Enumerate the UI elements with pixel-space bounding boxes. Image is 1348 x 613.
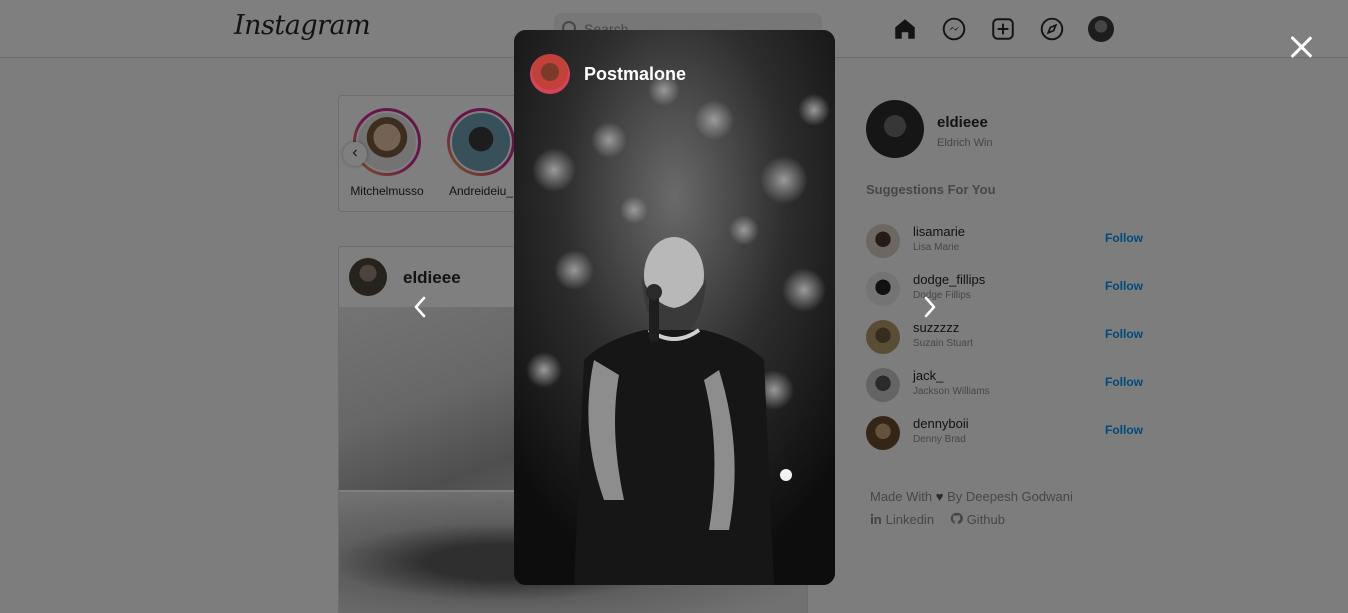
story-next-button[interactable] [920, 294, 940, 320]
story-prev-button[interactable] [410, 294, 430, 320]
avatar[interactable] [530, 54, 570, 94]
close-icon[interactable] [1288, 34, 1314, 60]
chevron-right-icon [924, 296, 936, 318]
story-viewer[interactable]: Postmalone [514, 30, 835, 585]
chevron-left-icon [414, 296, 426, 318]
story-image [514, 30, 835, 585]
story-username[interactable]: Postmalone [584, 64, 686, 85]
story-header: Postmalone [530, 54, 686, 94]
